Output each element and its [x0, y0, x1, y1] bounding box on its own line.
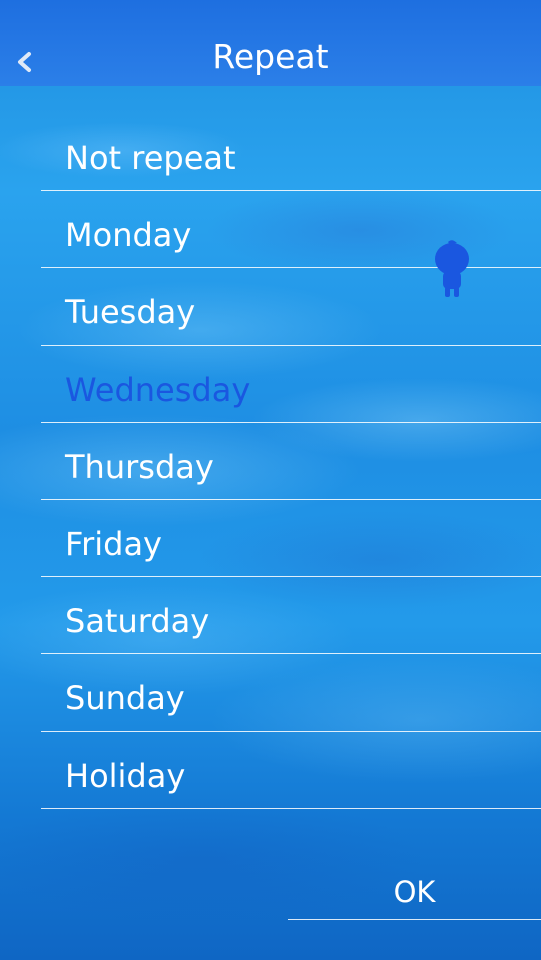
option-label: Not repeat — [65, 139, 236, 177]
option-not-repeat[interactable]: Not repeat — [41, 114, 541, 192]
option-wednesday[interactable]: Wednesday — [41, 346, 541, 423]
option-holiday[interactable]: Holiday — [41, 732, 541, 809]
option-label: Wednesday — [65, 370, 251, 409]
ok-button[interactable]: OK — [288, 868, 541, 920]
option-sunday[interactable]: Sunday — [41, 654, 541, 732]
option-saturday[interactable]: Saturday — [41, 577, 541, 655]
option-label: Tuesday — [65, 293, 196, 332]
header-bar: Repeat — [0, 0, 541, 86]
option-label: Holiday — [65, 756, 186, 795]
selected-character-icon — [430, 240, 474, 304]
option-label: Friday — [65, 524, 162, 563]
option-friday[interactable]: Friday — [41, 500, 541, 578]
ok-label: OK — [393, 875, 436, 909]
option-thursday[interactable]: Thursday — [41, 423, 541, 500]
repeat-options-list: Not repeat Monday Tuesday Wednesday Thur… — [41, 114, 541, 809]
option-label: Saturday — [65, 602, 210, 641]
option-label: Thursday — [65, 447, 214, 486]
screen: Repeat Not repeat Monday Tuesday Wednesd… — [0, 0, 541, 960]
page-title: Repeat — [212, 37, 329, 76]
option-label: Monday — [65, 216, 192, 255]
option-label: Sunday — [65, 679, 185, 718]
